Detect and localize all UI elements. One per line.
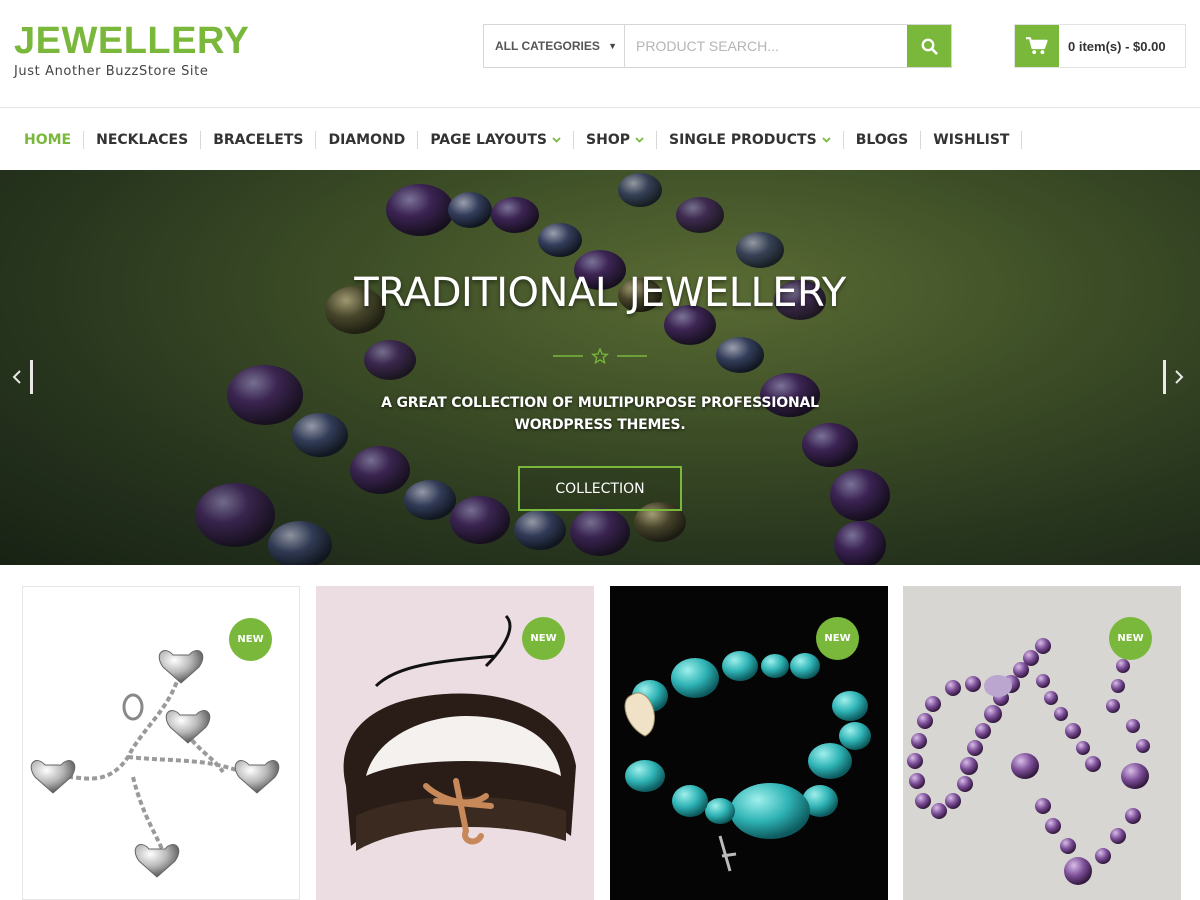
caret-down-icon: ▼: [608, 41, 617, 51]
new-badge: NEW: [522, 617, 565, 660]
collection-button[interactable]: COLLECTION: [518, 466, 682, 511]
shopping-cart-icon: [1026, 37, 1048, 55]
product-card[interactable]: NEW: [316, 586, 594, 900]
hero-subtitle: A GREAT COLLECTION OF MULTIPURPOSE PROFE…: [300, 392, 900, 436]
new-badge: NEW: [1109, 617, 1152, 660]
nav-item-home[interactable]: HOME: [12, 130, 85, 149]
hero-slider: TRADITIONAL JEWELLERY A GREAT COLLECTION…: [0, 170, 1200, 565]
slider-prev-bar: [30, 360, 33, 394]
slider-prev-button[interactable]: [12, 360, 33, 394]
product-search-form: ALL CATEGORIES ▼: [483, 24, 952, 68]
product-card[interactable]: NEW: [903, 586, 1181, 900]
nav-item-shop[interactable]: SHOP: [574, 130, 657, 149]
nav-item-label: PAGE LAYOUTS: [430, 131, 548, 148]
cart-widget[interactable]: 0 item(s) - $0.00: [1014, 24, 1186, 68]
slider-next-bar: [1163, 360, 1166, 394]
site-title[interactable]: JEWELLERY: [14, 22, 249, 60]
category-select[interactable]: ALL CATEGORIES ▼: [484, 25, 625, 67]
hero-subtitle-line2: WORDPRESS THEMES.: [514, 417, 686, 433]
search-icon: [921, 38, 938, 55]
nav-item-label: SINGLE PRODUCTS: [668, 131, 817, 148]
nav-item-page-layouts[interactable]: PAGE LAYOUTS: [418, 130, 575, 149]
hero-subtitle-line1: A GREAT COLLECTION OF MULTIPURPOSE PROFE…: [381, 395, 819, 411]
product-card[interactable]: NEW: [22, 586, 300, 900]
nav-item-bracelets[interactable]: BRACELETS: [201, 130, 317, 149]
cart-icon-box[interactable]: [1015, 25, 1059, 67]
nav-item-label: BRACELETS: [213, 131, 304, 148]
chevron-left-icon: [12, 370, 21, 384]
cart-summary[interactable]: 0 item(s) - $0.00: [1059, 39, 1166, 54]
slider-next-button[interactable]: [1163, 360, 1184, 394]
site-header: JEWELLERY Just Another BuzzStore Site AL…: [0, 0, 1200, 108]
nav-item-necklaces[interactable]: NECKLACES: [84, 130, 202, 149]
new-badge: NEW: [229, 618, 272, 661]
nav-item-label: SHOP: [586, 131, 630, 148]
nav-item-wishlist[interactable]: WISHLIST: [921, 130, 1023, 149]
product-card[interactable]: NEW: [610, 586, 888, 900]
star-divider-icon: [553, 347, 647, 365]
chevron-down-icon: [552, 136, 561, 143]
nav-item-label: WISHLIST: [933, 131, 1010, 148]
category-select-value: ALL CATEGORIES: [495, 39, 600, 53]
site-tagline: Just Another BuzzStore Site: [14, 64, 209, 79]
nav-item-single-products[interactable]: SINGLE PRODUCTS: [657, 130, 844, 149]
chevron-right-icon: [1175, 370, 1184, 384]
nav-item-blogs[interactable]: BLOGS: [844, 130, 922, 149]
nav-item-label: NECKLACES: [96, 131, 189, 148]
chevron-down-icon: [635, 136, 644, 143]
nav-item-label: HOME: [24, 131, 72, 148]
chevron-down-icon: [822, 136, 831, 143]
search-input[interactable]: [625, 25, 907, 67]
main-navigation: HOME NECKLACES BRACELETS DIAMOND PAGE LA…: [0, 109, 1200, 170]
nav-item-label: DIAMOND: [328, 131, 406, 148]
new-badge: NEW: [816, 617, 859, 660]
hero-title: TRADITIONAL JEWELLERY: [354, 270, 846, 316]
search-button[interactable]: [907, 25, 951, 67]
site-logo[interactable]: JEWELLERY Just Another BuzzStore Site: [14, 22, 249, 79]
nav-item-label: BLOGS: [855, 131, 909, 148]
nav-item-diamond[interactable]: DIAMOND: [316, 130, 419, 149]
